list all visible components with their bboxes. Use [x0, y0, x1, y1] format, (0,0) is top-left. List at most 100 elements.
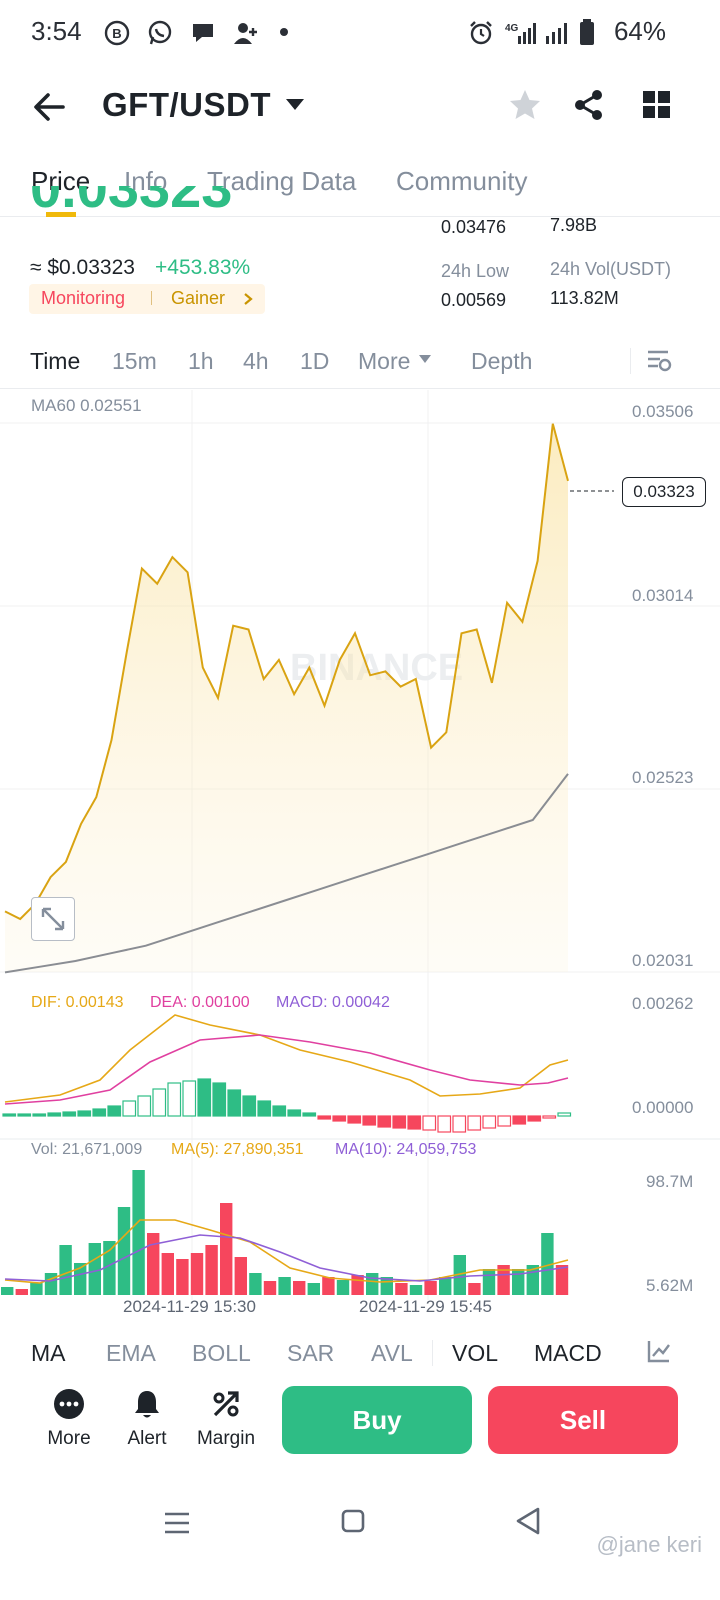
current-price-tag: 0.03323 — [622, 477, 706, 507]
vol-bar-28 — [409, 1285, 423, 1295]
macd-bar-30 — [452, 1115, 467, 1133]
interval-time[interactable]: Time — [30, 348, 80, 375]
vol-gft-value: 7.98B — [550, 215, 598, 235]
more-caret-icon[interactable] — [418, 354, 432, 364]
pair-title[interactable]: GFT/USDT — [102, 86, 271, 124]
vol-bar-4 — [59, 1245, 72, 1295]
interval-15m[interactable]: 15m — [112, 348, 157, 375]
interval-more[interactable]: More — [358, 348, 410, 375]
ind-ma[interactable]: MA — [31, 1340, 66, 1367]
back-nav-icon[interactable] — [514, 1506, 542, 1536]
vol-bar-8 — [117, 1207, 131, 1295]
vol-bar-2 — [30, 1283, 43, 1295]
macd-bar-31 — [467, 1115, 482, 1131]
ind-vol[interactable]: VOL — [452, 1340, 498, 1367]
margin-label: Margin — [196, 1428, 256, 1449]
tab-community[interactable]: Community — [396, 166, 527, 197]
status-time: 3:54 — [31, 16, 82, 46]
ind-macd[interactable]: MACD — [534, 1340, 602, 1367]
macd-bar-8 — [122, 1100, 137, 1117]
macd-bar-0 — [2, 1113, 17, 1117]
alert-label: Alert — [127, 1428, 167, 1449]
ind-divider — [432, 1340, 433, 1366]
vol-bar-3 — [44, 1273, 58, 1295]
star-icon[interactable] — [508, 88, 542, 122]
interval-divider — [630, 348, 631, 374]
tag-gainer: Gainer — [171, 288, 226, 308]
grid-icon[interactable] — [642, 90, 672, 120]
macd-bar-20 — [302, 1112, 317, 1117]
svg-text:4G: 4G — [505, 23, 519, 34]
4g-signal-icon: 4G — [505, 23, 536, 44]
interval-1h[interactable]: 1h — [188, 348, 214, 375]
vol-bar-1 — [15, 1289, 28, 1295]
interval-4h[interactable]: 4h — [243, 348, 269, 375]
chat-bubble-icon — [193, 24, 213, 42]
margin-action[interactable]: Margin — [186, 1388, 266, 1458]
macd-bar-15 — [227, 1089, 242, 1117]
macd-bar-17 — [257, 1100, 272, 1117]
whatsapp-icon — [148, 20, 172, 45]
battery-percent: 64% — [613, 16, 666, 46]
dot-icon — [280, 28, 288, 36]
indicator-settings-icon[interactable] — [646, 1338, 672, 1364]
more-action[interactable]: More — [29, 1388, 109, 1458]
tag-divider — [151, 291, 152, 305]
tag-monitoring: Monitoring — [41, 288, 126, 308]
macd-bar-29 — [437, 1115, 452, 1133]
vol-ma10-legend: MA(10): 24,059,753 — [335, 1141, 477, 1158]
macd-bar-22 — [332, 1115, 347, 1122]
fullscreen-button[interactable] — [31, 897, 75, 941]
vol-bar-11 — [161, 1253, 174, 1295]
vol-bar-27 — [395, 1283, 408, 1295]
x-label-1: 2024-11-29 15:30 — [123, 1297, 256, 1316]
signal-icon — [546, 23, 567, 44]
recent-apps-icon[interactable] — [163, 1510, 191, 1536]
chart-settings-icon[interactable] — [646, 348, 672, 374]
usd-price: ≈ $0.03323 — [30, 256, 135, 279]
vol-bar-29 — [424, 1281, 437, 1295]
ind-sar[interactable]: SAR — [287, 1340, 334, 1367]
sell-button[interactable]: Sell — [488, 1386, 678, 1454]
share-icon[interactable] — [572, 88, 606, 122]
macd-bar-11 — [167, 1082, 182, 1117]
macd-bar-9 — [137, 1095, 152, 1117]
ind-boll[interactable]: BOLL — [192, 1340, 251, 1367]
vol-bar-14 — [205, 1245, 218, 1295]
macd-legend: MACD: 0.00042 — [276, 994, 390, 1011]
macd-bar-28 — [422, 1115, 437, 1131]
tag-pill[interactable]: Monitoring Gainer — [29, 284, 265, 314]
b-circle-icon: B — [104, 20, 130, 46]
svg-text:B: B — [112, 26, 121, 41]
ind-avl[interactable]: AVL — [371, 1340, 413, 1367]
macd-bar-16 — [242, 1095, 257, 1117]
margin-percent-icon — [213, 1391, 239, 1417]
buy-button[interactable]: Buy — [282, 1386, 472, 1454]
macd-bar-37 — [557, 1112, 572, 1117]
dropdown-caret-icon[interactable] — [284, 96, 306, 112]
macd-bar-25 — [377, 1115, 392, 1128]
expand-icon — [41, 907, 65, 931]
macd-histogram — [2, 1078, 572, 1133]
interval-depth[interactable]: Depth — [471, 348, 532, 375]
alarm-icon — [470, 21, 492, 45]
vol-legend: Vol: 21,671,009 — [31, 1141, 143, 1158]
macd-bar-12 — [182, 1080, 197, 1117]
battery-icon — [580, 19, 594, 45]
vol-bar-38 — [555, 1265, 569, 1295]
dif-legend: DIF: 0.00143 — [31, 994, 124, 1011]
macd-bar-5 — [77, 1110, 92, 1117]
alert-action[interactable]: Alert — [107, 1388, 187, 1458]
home-icon[interactable] — [340, 1508, 366, 1534]
y-tick-4: 0.02031 — [632, 951, 694, 970]
more-label: More — [47, 1428, 91, 1449]
indicator-bar: MA EMA BOLL SAR AVL VOL MACD — [0, 1322, 720, 1382]
vol-bar-15 — [220, 1203, 233, 1295]
vol-y-top: 98.7M — [646, 1172, 694, 1191]
macd-bar-33 — [497, 1115, 512, 1127]
chart-area[interactable]: BINANCE — [0, 390, 720, 1310]
ind-ema[interactable]: EMA — [106, 1340, 156, 1367]
macd-bar-35 — [527, 1115, 542, 1122]
back-arrow-icon[interactable] — [32, 90, 66, 124]
interval-1d[interactable]: 1D — [300, 348, 329, 375]
